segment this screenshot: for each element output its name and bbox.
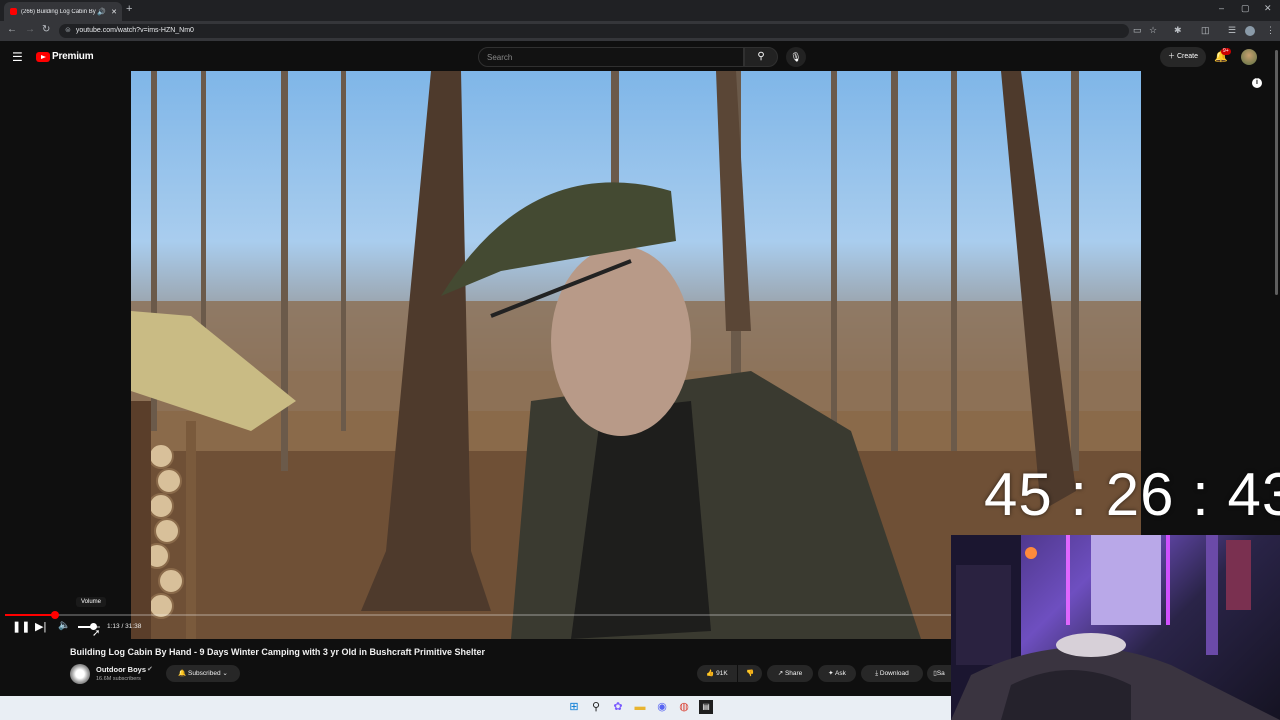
subscribed-label: Subscribed — [188, 670, 221, 677]
save-button[interactable]: ▯Sa — [927, 665, 951, 682]
overlay-clock: 45 : 26 : 43 — [984, 461, 1280, 528]
notification-badge: 9+ — [1221, 48, 1231, 55]
windows-start-icon[interactable]: ⊞ — [567, 700, 581, 714]
dislike-button[interactable]: 👎 — [738, 665, 762, 682]
info-icon[interactable]: i — [1252, 78, 1262, 88]
plus-icon: ＋ — [1168, 53, 1177, 60]
volume-icon[interactable]: 🔈 — [58, 620, 70, 631]
time-display: 1:13 / 31:38 — [107, 623, 142, 630]
taskbar — [0, 696, 951, 720]
terminal-icon[interactable]: ▤ — [699, 700, 713, 714]
like-count: 91K — [716, 670, 728, 677]
user-avatar[interactable] — [1241, 49, 1257, 65]
address-bar[interactable]: ⊜ youtube.com/watch?v=ims-HZN_Nm0 — [59, 24, 1129, 38]
chrome-icon[interactable]: ◍ — [677, 700, 691, 714]
video-title: Building Log Cabin By Hand - 9 Days Wint… — [70, 647, 485, 657]
copilot-icon[interactable]: ✿ — [611, 700, 625, 714]
back-icon[interactable]: ← — [7, 24, 17, 35]
create-button[interactable]: ＋ Create — [1160, 47, 1206, 67]
file-explorer-icon[interactable]: ▬ — [633, 700, 647, 714]
url-text: youtube.com/watch?v=ims-HZN_Nm0 — [75, 27, 194, 34]
youtube-logo-icon[interactable] — [36, 52, 50, 62]
chevron-down-icon: ⌄ — [220, 670, 228, 677]
cast-icon[interactable]: ▭ — [1133, 25, 1142, 36]
next-icon[interactable]: ▶| — [35, 620, 46, 633]
search-input[interactable]: Search — [478, 47, 744, 67]
share-label: Share — [784, 670, 803, 677]
download-label: Download — [879, 670, 909, 677]
mouse-cursor: ➚ — [92, 628, 101, 639]
tab-close-icon[interactable]: ✕ — [111, 8, 117, 16]
verified-icon: ✔ — [147, 666, 153, 673]
share-button[interactable]: ↗ Share — [767, 665, 813, 682]
ask-button[interactable]: ✦ Ask — [818, 665, 856, 682]
share-icon: ↗ — [777, 670, 785, 677]
profile-avatar[interactable] — [1245, 26, 1255, 36]
new-tab-button[interactable]: + — [126, 3, 132, 15]
volume-tooltip: Volume — [76, 597, 107, 607]
discord-icon[interactable]: ◉ — [655, 700, 669, 714]
subscriber-count: 16.6M subscribers — [96, 676, 141, 682]
progress-scrubber[interactable] — [50, 611, 59, 619]
ask-icon: ✦ — [828, 670, 836, 677]
chrome-menu-icon[interactable]: ⋮ — [1266, 25, 1275, 36]
taskbar-search-icon[interactable]: ⚲ — [589, 700, 603, 714]
close-window-button[interactable]: ✕ — [1264, 3, 1272, 14]
minimize-button[interactable]: – — [1219, 3, 1224, 13]
tab-audio-icon[interactable]: 🔊 — [97, 8, 106, 16]
extensions-icon[interactable]: ✱ — [1174, 25, 1182, 36]
scrollbar-thumb[interactable] — [1275, 50, 1278, 295]
reload-icon[interactable]: ↻ — [42, 24, 50, 35]
tab-title: (266) Building Log Cabin By — [21, 8, 96, 15]
download-button[interactable]: ⤓ Download — [861, 665, 923, 682]
bell-icon: 🔔 — [178, 670, 189, 677]
progress-played — [5, 614, 55, 616]
mic-icon: 🎙 — [790, 52, 802, 62]
dislike-icon: 👎 — [745, 670, 755, 677]
browser-tab[interactable]: (266) Building Log Cabin By 🔊 ✕ — [4, 2, 122, 21]
forward-icon[interactable]: → — [25, 24, 35, 35]
subscribed-button[interactable]: 🔔 Subscribed ⌄ — [166, 665, 240, 682]
like-button[interactable]: 👍 91K — [697, 665, 737, 682]
youtube-premium-brand[interactable]: Premium — [52, 51, 94, 62]
youtube-favicon-icon — [10, 8, 17, 15]
create-label: Create — [1176, 53, 1198, 60]
menu-icon[interactable]: ☰ — [12, 50, 23, 64]
ask-label: Ask — [835, 670, 846, 677]
webcam-overlay — [951, 535, 1280, 720]
search-icon: ⚲ — [757, 51, 765, 62]
browser-tab-bar — [0, 0, 1280, 21]
webcam-image — [951, 535, 1280, 720]
reading-list-icon[interactable]: ☰ — [1228, 25, 1236, 36]
bookmark-star-icon[interactable]: ☆ — [1149, 25, 1157, 36]
side-panel-icon[interactable]: ◫ — [1201, 25, 1210, 36]
channel-name[interactable]: Outdoor Boys — [96, 665, 146, 674]
maximize-button[interactable]: ▢ — [1241, 3, 1250, 14]
channel-avatar[interactable] — [70, 664, 90, 684]
like-icon: 👍 — [706, 670, 717, 677]
voice-search-button[interactable]: 🎙 — [786, 47, 806, 67]
pause-icon[interactable]: ❚❚ — [12, 620, 30, 633]
save-label: Sa — [936, 670, 945, 677]
site-info-icon[interactable]: ⊜ — [65, 27, 71, 34]
search-button[interactable]: ⚲ — [744, 47, 778, 67]
